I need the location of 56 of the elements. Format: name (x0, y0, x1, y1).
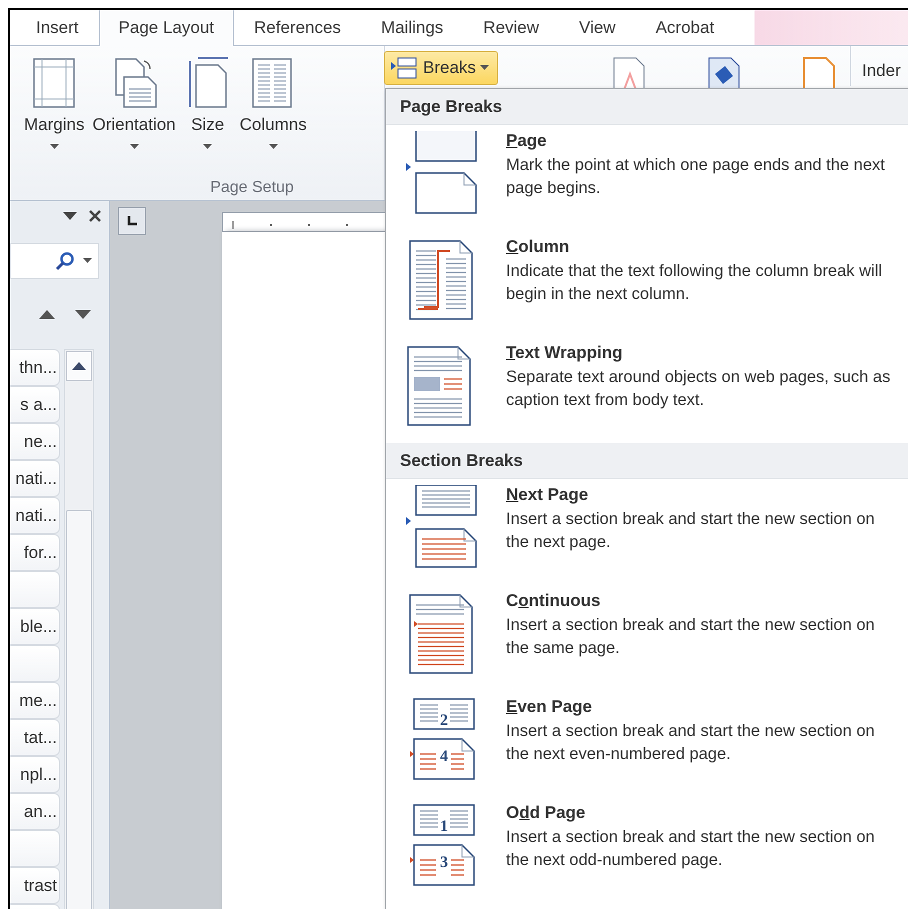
ribbon-tab[interactable]: References (234, 10, 361, 46)
heading-item[interactable]: nati... (10, 497, 60, 534)
up-arrow-icon (39, 310, 55, 318)
heading-item[interactable]: trast (10, 867, 60, 904)
heading-item[interactable]: tat... (10, 719, 60, 756)
search-field[interactable] (10, 243, 99, 279)
heading-item[interactable] (10, 645, 60, 682)
ribbon-tab[interactable]: Insert (16, 10, 99, 46)
orientation-button[interactable]: Orientation (88, 54, 180, 176)
section-heading: Section Breaks (386, 443, 908, 479)
menu-item[interactable]: Text Wrapping Separate text around objects on web pages, such as caption text from body text. (386, 337, 908, 443)
margins-button[interactable]: Margins (20, 54, 88, 176)
menu-item[interactable]: 2 4 Even Page Insert a section break and start the new section on the next even-numbered page. (386, 691, 908, 797)
menu-item[interactable]: Column Indicate that the text following the column break will begin in the next column. (386, 231, 908, 337)
menu-item[interactable]: Continuous Insert a section break and start the new section on the same page. (386, 585, 908, 691)
heading-item[interactable] (10, 830, 60, 867)
caret-icon (480, 65, 489, 71)
close-icon (89, 210, 101, 222)
heading-item[interactable]: for... (10, 534, 60, 571)
caret-icon (268, 144, 278, 150)
ribbon-tab[interactable]: Acrobat (636, 10, 734, 46)
caret-icon (50, 144, 59, 150)
heading-item[interactable]: npl... (10, 756, 60, 793)
caret-icon (203, 144, 212, 150)
tab-selector[interactable] (118, 207, 146, 235)
scrollbar[interactable] (64, 349, 94, 909)
ribbon-tab[interactable]: Page Layout (98, 10, 234, 46)
ribbon-tab[interactable]: Review (463, 10, 560, 46)
down-arrow-icon (75, 310, 91, 318)
up-arrow-icon (72, 362, 86, 370)
ribbon-label[interactable]: Inder (862, 58, 901, 84)
left-tab-icon (127, 216, 137, 226)
group-label: Page Setup (209, 178, 295, 198)
heading-item[interactable]: ne... (10, 423, 60, 460)
section-heading: Page Breaks (386, 89, 908, 125)
size-button[interactable]: Size (180, 54, 236, 176)
caret-icon (83, 258, 92, 264)
heading-item[interactable]: an... (10, 793, 60, 830)
columns-button[interactable]: Columns (236, 54, 311, 176)
search-icon (55, 251, 75, 271)
heading-item[interactable]: s a... (10, 386, 60, 423)
menu-item[interactable]: 1 3 Odd Page Insert a section break and start the new section on the next odd-numbered page. (386, 797, 908, 903)
breaks-icon (389, 56, 419, 80)
scroll-thumb[interactable] (66, 510, 92, 909)
ribbon-tab[interactable]: Mailings (360, 10, 464, 46)
heading-item[interactable]: nati... (10, 460, 60, 497)
heading-item[interactable] (10, 571, 60, 608)
dropdown-icon (63, 212, 77, 220)
heading-item[interactable]: thn... (10, 349, 60, 386)
menu-item[interactable]: Page Mark the point at which one page ends and the next page begins. (386, 125, 908, 231)
ribbon-tab[interactable]: View (559, 10, 636, 46)
heading-item[interactable]: me... (10, 682, 60, 719)
caret-icon (130, 144, 139, 150)
breaks-button[interactable]: Breaks (384, 51, 498, 85)
heading-item[interactable]: ble... (10, 608, 60, 645)
menu-item[interactable]: Next Page Insert a section break and start the new section on the next page. (386, 479, 908, 585)
